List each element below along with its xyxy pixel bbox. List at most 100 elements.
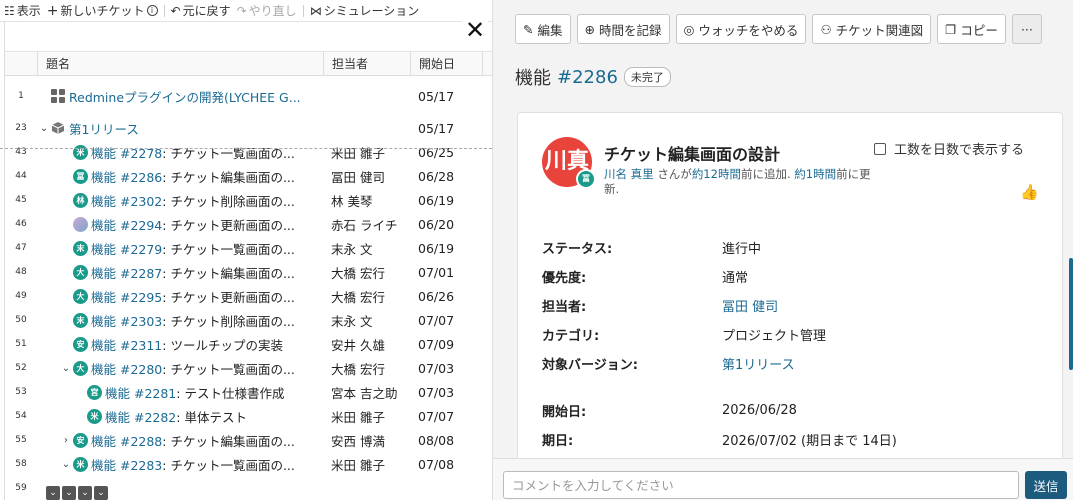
ticket-link[interactable]: 機能 #2288 bbox=[91, 431, 162, 450]
table-row[interactable]: 46 機能 #2294: チケット更新画面の... 赤石 ライチ 06/20 bbox=[5, 212, 492, 236]
simulation-button[interactable]: ⋈ シミュレーション bbox=[310, 2, 420, 19]
table-row[interactable]: 53 宮機能 #2281: テスト仕様書作成 宮本 吉之助 07/03 bbox=[5, 380, 492, 404]
chevron-down-icon[interactable]: ⌄ bbox=[62, 486, 76, 500]
undo-button[interactable]: ↶ 元に戻す bbox=[171, 2, 231, 19]
more-button[interactable]: ··· bbox=[1011, 14, 1042, 44]
relations-diagram-button[interactable]: ⚇ チケット関連図 bbox=[812, 14, 932, 44]
table-row[interactable]: 50 末機能 #2303: チケット削除画面の... 末永 文 07/07 bbox=[5, 308, 492, 332]
updated-time-link[interactable]: 約1時間 bbox=[794, 167, 836, 181]
chevron-down-icon[interactable]: ⌄ bbox=[37, 123, 51, 134]
table-row[interactable]: 49 大機能 #2295: チケット更新画面の... 大橋 宏行 06/26 bbox=[5, 284, 492, 308]
table-row[interactable]: 54 米機能 #2282: 単体テスト 米田 雛子 07/07 bbox=[5, 404, 492, 428]
ticket-link[interactable]: 機能 #2311 bbox=[91, 335, 162, 354]
chevron-down-icon[interactable]: ⌄ bbox=[94, 486, 108, 500]
ticket-subject: : チケット一覧画面の... bbox=[162, 361, 295, 377]
ticket-link[interactable]: 機能 #2295 bbox=[91, 287, 162, 306]
send-button[interactable]: 送信 bbox=[1025, 471, 1067, 499]
close-icon[interactable]: ✕ bbox=[462, 18, 488, 44]
attribute-value[interactable]: 第1リリース bbox=[722, 354, 795, 373]
table-row[interactable]: 43 米機能 #2278: チケット一覧画面の... 米田 雛子 06/25 bbox=[5, 140, 492, 164]
ticket-title-cell: 冨機能 #2286: チケット編集画面の... bbox=[37, 167, 323, 186]
copy-button[interactable]: ❐ コピー bbox=[937, 14, 1006, 44]
project-row[interactable]: 1 Redmineプラグインの開発(LYCHEE G... 05/17 bbox=[5, 76, 492, 116]
ticket-grid: 題名 担当者 開始日 1 Redmineプラグインの開発(LYCHEE G...… bbox=[4, 22, 492, 500]
table-row[interactable]: 51 安機能 #2311: ツールチップの実装 安井 久雄 07/09 bbox=[5, 332, 492, 356]
ticket-link[interactable]: 機能 #2282 bbox=[105, 407, 176, 426]
thumbs-up-icon[interactable]: 👍 bbox=[1020, 183, 1039, 201]
comment-bar: 送信 bbox=[493, 458, 1073, 500]
gantt-toolbar: ☷ 表示 + 新しいチケット i ↶ 元に戻す ↷ やり直し ⋈ シミュレーショ… bbox=[0, 0, 492, 22]
ticket-link[interactable]: 機能 #2279 bbox=[91, 239, 162, 258]
chevron-down-icon[interactable]: ⌄ bbox=[46, 486, 60, 500]
edit-button[interactable]: ✎ 編集 bbox=[515, 14, 571, 44]
table-row[interactable]: 45 林機能 #2302: チケット削除画面の... 林 美琴 06/19 bbox=[5, 188, 492, 212]
ticket-title-cell: 末機能 #2279: チケット一覧画面の... bbox=[37, 239, 323, 258]
ticket-subject: : チケット更新画面の... bbox=[162, 217, 295, 233]
ticket-title-cell: 米機能 #2282: 単体テスト bbox=[37, 407, 323, 426]
ticket-link[interactable]: 機能 #2286 bbox=[91, 167, 162, 186]
ticket-link[interactable]: 機能 #2283 bbox=[91, 455, 162, 474]
chevron-right-icon[interactable]: › bbox=[59, 435, 73, 446]
issue-card: 川真 冨 チケット編集画面の設計 川名 真里 さんが約12時間前に追加. 約1時… bbox=[517, 112, 1063, 472]
log-time-button[interactable]: ⊕ 時間を記録 bbox=[576, 14, 670, 44]
row-number: 58 bbox=[15, 459, 27, 469]
ticket-link[interactable]: 機能 #2280 bbox=[91, 359, 162, 378]
table-row[interactable]: 58 ⌄ 米機能 #2283: チケット一覧画面の... 米田 雛子 07/08 bbox=[5, 452, 492, 476]
ticket-link[interactable]: 機能 #2302 bbox=[91, 191, 162, 210]
table-row[interactable]: 52 ⌄ 大機能 #2280: チケット一覧画面の... 大橋 宏行 07/03 bbox=[5, 356, 492, 380]
info-icon[interactable]: i bbox=[146, 5, 158, 16]
ticket-link[interactable]: 機能 #2294 bbox=[91, 215, 162, 234]
title-column-header[interactable]: 題名 bbox=[37, 52, 323, 75]
start-date-column-header[interactable]: 開始日 bbox=[410, 52, 482, 75]
ticket-subject: : チケット削除画面の... bbox=[162, 193, 295, 209]
attribute-value[interactable]: 冨田 健司 bbox=[722, 296, 778, 315]
view-button[interactable]: ☷ 表示 bbox=[4, 2, 41, 19]
ticket-title-cell: 大機能 #2295: チケット更新画面の... bbox=[37, 287, 323, 306]
table-row[interactable]: 47 末機能 #2279: チケット一覧画面の... 末永 文 06/19 bbox=[5, 236, 492, 260]
row-number: 51 bbox=[15, 339, 27, 349]
ticket-title-cell: 機能 #2294: チケット更新画面の... bbox=[37, 215, 323, 234]
ticket-title-cell: › 安機能 #2288: チケット編集画面の... bbox=[37, 431, 323, 450]
created-time-link[interactable]: 約12時間 bbox=[692, 167, 741, 181]
assignee-avatar: 米 bbox=[87, 408, 102, 424]
toolbar-divider bbox=[302, 4, 304, 17]
chevron-down-icon[interactable]: ⌄ bbox=[59, 459, 73, 470]
start-date: 07/09 bbox=[418, 336, 455, 352]
ticket-subject: : チケット一覧画面の... bbox=[162, 145, 295, 161]
days-toggle[interactable]: 工数を日数で表示する bbox=[874, 139, 1024, 158]
project-link[interactable]: Redmineプラグインの開発(LYCHEE G... bbox=[69, 87, 301, 106]
package-icon bbox=[51, 122, 65, 134]
issue-number[interactable]: #2286 bbox=[557, 67, 618, 88]
redo-button[interactable]: ↷ やり直し bbox=[237, 2, 297, 19]
project-icon bbox=[51, 89, 65, 103]
issue-detail-pane: ✎ 編集 ⊕ 時間を記録 ◎ ウォッチをやめる ⚇ チケット関連図 ❐ コピー … bbox=[492, 0, 1073, 500]
author-line: 川名 真里 さんが約12時間前に追加. 約1時間前に更新. bbox=[604, 167, 871, 196]
gantt-pane: ☷ 表示 + 新しいチケット i ↶ 元に戻す ↷ やり直し ⋈ シミュレーショ… bbox=[0, 0, 492, 500]
ticket-subject: : チケット一覧画面の... bbox=[162, 241, 295, 257]
ticket-title-cell: 米機能 #2278: チケット一覧画面の... bbox=[37, 143, 323, 162]
assignee-name: 冨田 健司 bbox=[331, 169, 385, 185]
ticket-link[interactable]: 機能 #2281 bbox=[105, 383, 176, 402]
ticket-link[interactable]: 機能 #2278 bbox=[91, 143, 162, 162]
ticket-link[interactable]: 機能 #2303 bbox=[91, 311, 162, 330]
assignee-name: 安西 博満 bbox=[331, 433, 385, 449]
row-number: 45 bbox=[15, 195, 27, 205]
days-checkbox[interactable] bbox=[874, 142, 886, 155]
attribute-row: 優先度: 通常 bbox=[542, 262, 1042, 291]
comment-input[interactable] bbox=[503, 471, 1019, 499]
table-row[interactable]: 48 大機能 #2287: チケット編集画面の... 大橋 宏行 07/01 bbox=[5, 260, 492, 284]
version-link[interactable]: 第1リリース bbox=[69, 119, 139, 138]
scrollbar[interactable] bbox=[1069, 258, 1073, 370]
chevron-down-icon[interactable]: ⌄ bbox=[59, 363, 73, 374]
assignee-column-header[interactable]: 担当者 bbox=[323, 52, 410, 75]
unwatch-button[interactable]: ◎ ウォッチをやめる bbox=[675, 14, 807, 44]
version-row[interactable]: 23 ⌄ 第1リリース 05/17 bbox=[5, 116, 492, 140]
author-link[interactable]: 川名 真里 bbox=[604, 167, 654, 181]
new-ticket-button[interactable]: + 新しいチケット i bbox=[47, 2, 158, 19]
table-row[interactable]: 55 › 安機能 #2288: チケット編集画面の... 安西 博満 08/08 bbox=[5, 428, 492, 452]
toolbar-divider bbox=[163, 4, 165, 17]
chevron-down-icon[interactable]: ⌄ bbox=[78, 486, 92, 500]
assignee-name: 大橋 宏行 bbox=[331, 265, 385, 281]
ticket-link[interactable]: 機能 #2287 bbox=[91, 263, 162, 282]
table-row[interactable]: 44 冨機能 #2286: チケット編集画面の... 冨田 健司 06/28 bbox=[5, 164, 492, 188]
